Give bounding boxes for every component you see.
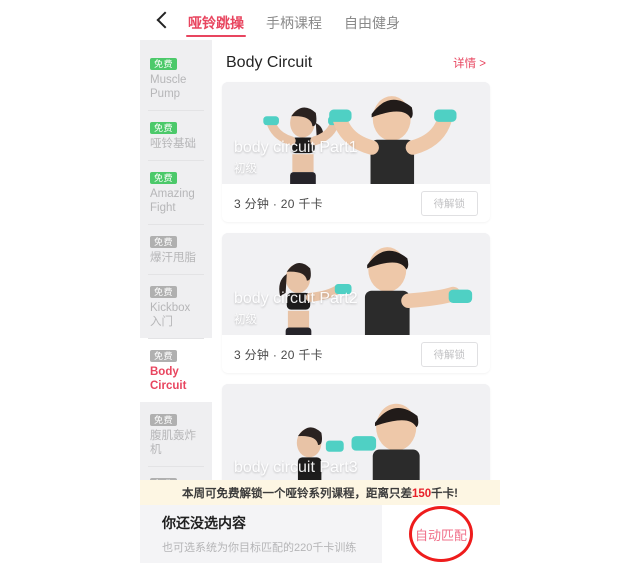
free-badge: 免费 (150, 236, 178, 248)
course-name: body circuit Part2 (234, 290, 358, 307)
course-card[interactable]: body circuit Part2 初级 3 分钟 · 20 千卡 待解锁 (222, 233, 490, 373)
tab-dumbbell-aerobics[interactable]: 哑铃跳操 (186, 16, 246, 40)
back-button[interactable] (140, 0, 186, 40)
bottom-bar: 你还没选内容 也可选系统为你目标匹配的220千卡训练 自动匹配 (140, 505, 500, 563)
sidebar-item-amazing-fight[interactable]: 免费 Amazing Fight (140, 160, 212, 224)
sidebar-item-label: Body Circuit (150, 366, 187, 392)
unlock-button[interactable]: 待解锁 (420, 341, 478, 367)
free-badge: 免费 (150, 122, 178, 134)
empty-state-subtitle: 也可选系统为你目标匹配的220千卡训练 (162, 542, 357, 554)
free-badge: 免费 (150, 350, 178, 362)
empty-state-title: 你还没选内容 (162, 515, 246, 531)
course-thumbnail: body circuit Part1 初级 (222, 82, 490, 184)
page-title: Body Circuit (226, 54, 313, 71)
tab-label: 手柄课程 (266, 15, 322, 31)
sidebar-item-label: Kickbox 入门 (150, 302, 191, 328)
course-meta: 3 分钟 · 20 千卡 (234, 347, 323, 362)
tab-handle-course[interactable]: 手柄课程 (264, 16, 324, 40)
free-badge: 免费 (150, 172, 178, 184)
top-bar: 哑铃跳操 手柄课程 自由健身 (140, 0, 500, 40)
sidebar-item-label: 爆汗甩脂 (150, 252, 196, 264)
course-name: body circuit Part1 (234, 139, 358, 156)
unlock-button[interactable]: 待解锁 (420, 190, 478, 216)
bottom-texts: 你还没选内容 也可选系统为你目标匹配的220千卡训练 (140, 513, 382, 555)
sidebar-item-abs-bomber[interactable]: 免费 腹肌轰炸机 (140, 402, 212, 466)
sidebar-item-label: 哑铃基础 (150, 138, 196, 150)
sidebar-item-sweat-fat-burn[interactable]: 免费 爆汗甩脂 (140, 224, 212, 274)
sidebar-item-label: Amazing Fight (150, 188, 195, 214)
sidebar-item-body-circuit[interactable]: 免费 Body Circuit (140, 338, 212, 402)
card-footer: 3 分钟 · 20 千卡 待解锁 (222, 184, 490, 222)
promo-suffix: 千卡! (431, 487, 459, 500)
promo-banner: 本周可免费解锁一个哑铃系列课程，距离只差150千卡! (140, 480, 500, 505)
tab-label: 哑铃跳操 (188, 15, 244, 31)
promo-highlight: 150 (411, 487, 432, 500)
sidebar-item-muscle-pump[interactable]: 免费 Muscle Pump (140, 46, 212, 110)
course-thumbnail: body circuit Part2 初级 (222, 233, 490, 335)
course-card[interactable]: body circuit Part1 初级 3 分钟 · 20 千卡 待解锁 (222, 82, 490, 222)
content-header: Body Circuit 详情 > (222, 40, 490, 82)
tab-bar: 哑铃跳操 手柄课程 自由健身 (186, 0, 402, 40)
course-level: 初级 (234, 163, 257, 175)
tab-free-fitness[interactable]: 自由健身 (342, 16, 402, 40)
card-overlay: body circuit Part3 (234, 458, 358, 478)
course-name: body circuit Part3 (234, 459, 358, 476)
sidebar-item-kickbox-intro[interactable]: 免费 Kickbox 入门 (140, 274, 212, 338)
card-footer: 3 分钟 · 20 千卡 待解锁 (222, 335, 490, 373)
tab-label: 自由健身 (344, 15, 400, 31)
free-badge: 免费 (150, 58, 178, 70)
auto-match-button[interactable]: 自动匹配 (415, 525, 467, 544)
app-screen: 哑铃跳操 手柄课程 自由健身 免费 Muscle Pump 免费 哑铃基础 免费 (140, 0, 500, 563)
sidebar-item-label: 腹肌轰炸机 (150, 430, 196, 456)
chevron-left-icon (156, 11, 174, 29)
card-overlay: body circuit Part2 初级 (234, 289, 358, 327)
promo-prefix: 本周可免费解锁一个哑铃系列课程，距离只差 (181, 487, 412, 500)
auto-match-area[interactable]: 自动匹配 (382, 505, 500, 563)
promo-text: 本周可免费解锁一个哑铃系列课程，距离只差150千卡! (182, 485, 458, 501)
detail-link[interactable]: 详情 > (453, 55, 486, 71)
course-level: 初级 (234, 314, 257, 326)
free-badge: 免费 (150, 414, 178, 426)
sidebar-item-dumbbell-basics[interactable]: 免费 哑铃基础 (140, 110, 212, 160)
free-badge: 免费 (150, 286, 178, 298)
sidebar-item-label: Muscle Pump (150, 74, 187, 100)
card-overlay: body circuit Part1 初级 (234, 138, 358, 176)
course-thumbnail: body circuit Part3 (222, 384, 490, 486)
course-meta: 3 分钟 · 20 千卡 (234, 196, 323, 211)
